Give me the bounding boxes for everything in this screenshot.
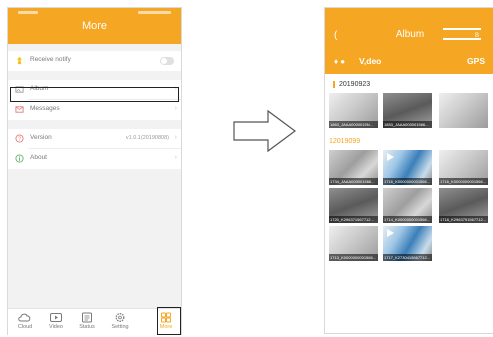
receive-notify-toggle[interactable] (160, 57, 174, 65)
album-header: ( Album B ♦ ● V,deo GPS (325, 8, 493, 74)
about-row[interactable]: About › (8, 149, 181, 169)
gear-icon (115, 313, 125, 322)
tab-video[interactable]: Video (41, 311, 71, 335)
video-thumbnail[interactable]: 1734_JAAA000001566... (329, 150, 378, 185)
about-icon (15, 154, 24, 163)
thumbnail-caption: 1713_K0000000001566... (329, 254, 378, 261)
header-menu-icon[interactable]: B (443, 28, 481, 40)
video-thumbnail[interactable] (439, 93, 488, 128)
arrow-right-icon (233, 109, 297, 153)
video-thumbnail[interactable]: 1853_JAAA000001566... (383, 93, 432, 128)
page-title: More (81, 20, 108, 32)
receive-notify-row[interactable]: Receive notify (8, 51, 181, 71)
tab-label: Cloud (17, 324, 33, 330)
version-row[interactable]: ? Version v1.0.1(20190808) › (8, 129, 181, 149)
tab-setting[interactable]: Setting (105, 311, 135, 335)
tab-cloud[interactable]: Cloud (10, 311, 40, 335)
thumbnail-caption: 1716_K0000000001566... (439, 178, 488, 185)
thumbnail-caption: 1734_JAAA000001566... (329, 178, 378, 185)
thumbnail-caption: 1717_K2730415667712... (383, 254, 432, 261)
receive-notify-label: Receive notify (30, 56, 71, 63)
video-icon (50, 313, 62, 322)
chevron-right-icon: › (174, 134, 177, 141)
date-header: 20190923 (333, 81, 370, 88)
version-icon: ? (15, 134, 24, 143)
date-header: 12019099 (329, 138, 361, 145)
thumbnail-caption: 1853_JAAA000001566... (383, 121, 432, 128)
tab-label: Status (79, 324, 95, 330)
thumbnail-caption: 1716_K0000000001566... (383, 178, 432, 185)
status-bar (18, 11, 171, 15)
cloud-icon (18, 313, 31, 322)
thumbnail-caption: 1714_K0000000001566... (383, 216, 432, 223)
thumbnail-caption: 1863_JAAA0000015N... (329, 121, 378, 128)
play-icon (387, 229, 394, 237)
svg-text:?: ? (18, 137, 21, 143)
notify-icon (16, 56, 23, 65)
bottom-tab-bar: Cloud Video Status Setting More (8, 308, 181, 335)
header-letter: B (474, 33, 479, 39)
video-thumbnail[interactable]: 1718_K2963791567712... (439, 188, 488, 223)
album-highlight-frame (10, 87, 179, 102)
video-thumbnail[interactable]: 1716_K0000000001566... (383, 150, 432, 185)
video-thumbnail[interactable]: 1720_K296371567712... (329, 188, 378, 223)
tab-gps[interactable]: GPS (467, 56, 485, 66)
video-thumbnail[interactable]: 1716_K0000000001566... (439, 150, 488, 185)
video-thumbnail[interactable]: 1713_K0000000001566... (329, 226, 378, 261)
more-screen: More Receive notify Album › Messages › ?… (7, 7, 182, 335)
album-screen: ( Album B ♦ ● V,deo GPS 20190923 1863_JA… (324, 7, 493, 334)
video-thumbnail[interactable]: 1717_K2730415667712... (383, 226, 432, 261)
thumbnail-caption: 1718_K2963791567712... (439, 216, 488, 223)
chevron-right-icon: › (174, 105, 177, 112)
version-label: Version (30, 134, 52, 141)
tab-video[interactable]: V,deo (359, 56, 381, 66)
play-icon (387, 153, 394, 161)
about-label: About (30, 154, 47, 161)
messages-icon (15, 106, 24, 113)
tab-status[interactable]: Status (72, 311, 102, 335)
tab-label: Setting (111, 324, 129, 330)
more-header: More (8, 8, 181, 44)
chevron-right-icon: › (174, 154, 177, 161)
thumbnail-caption: 1720_K296371567712... (329, 216, 378, 223)
tab-label: Video (49, 324, 63, 330)
messages-label: Messages (30, 105, 60, 112)
filter-icon[interactable]: ♦ ● (334, 57, 345, 66)
video-thumbnail[interactable]: 1863_JAAA0000015N... (329, 93, 378, 128)
video-thumbnail[interactable]: 1714_K0000000001566... (383, 188, 432, 223)
messages-row[interactable]: Messages › (8, 100, 181, 120)
status-icon (82, 312, 92, 323)
version-value: v1.0.1(20190808) (125, 135, 169, 141)
more-highlight-frame (157, 307, 181, 335)
